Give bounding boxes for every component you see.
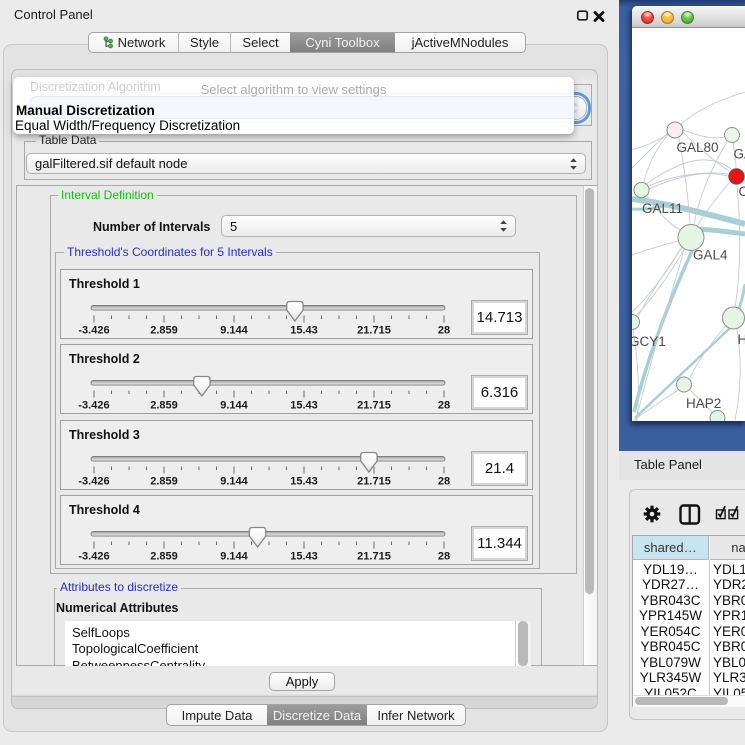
- svg-text:15.43: 15.43: [290, 325, 318, 337]
- svg-text:21.715: 21.715: [357, 400, 391, 412]
- svg-text:9.144: 9.144: [220, 325, 248, 337]
- svg-text:9.144: 9.144: [220, 475, 248, 487]
- svg-text:GAL3: GAL3: [734, 147, 745, 162]
- svg-text:21.715: 21.715: [357, 325, 391, 337]
- svg-text:15.43: 15.43: [290, 475, 318, 487]
- svg-text:GAL4: GAL4: [693, 248, 728, 263]
- svg-text:2.859: 2.859: [150, 325, 178, 337]
- svg-text:21.715: 21.715: [357, 550, 391, 562]
- svg-text:28: 28: [438, 550, 450, 562]
- svg-text:2.859: 2.859: [150, 550, 178, 562]
- svg-text:15.43: 15.43: [290, 550, 318, 562]
- svg-text:GCY1: GCY1: [632, 334, 666, 349]
- svg-text:-3.426: -3.426: [78, 325, 109, 337]
- svg-text:28: 28: [438, 325, 450, 337]
- svg-text:21.715: 21.715: [357, 475, 391, 487]
- svg-text:GAL11: GAL11: [642, 201, 683, 216]
- svg-text:-3.426: -3.426: [78, 550, 109, 562]
- svg-text:2.859: 2.859: [150, 400, 178, 412]
- svg-text:-3.426: -3.426: [78, 400, 109, 412]
- svg-text:-3.426: -3.426: [78, 475, 109, 487]
- svg-text:9.144: 9.144: [220, 400, 248, 412]
- svg-text:2.859: 2.859: [150, 475, 178, 487]
- svg-text:28: 28: [438, 400, 450, 412]
- svg-text:9.144: 9.144: [220, 550, 248, 562]
- svg-text:28: 28: [438, 475, 450, 487]
- svg-text:15.43: 15.43: [290, 400, 318, 412]
- svg-text:HIS4: HIS4: [738, 332, 745, 347]
- svg-text:CRP: CRP: [739, 184, 745, 199]
- svg-text:GAL80: GAL80: [677, 140, 719, 155]
- svg-text:HAP2: HAP2: [686, 396, 721, 411]
